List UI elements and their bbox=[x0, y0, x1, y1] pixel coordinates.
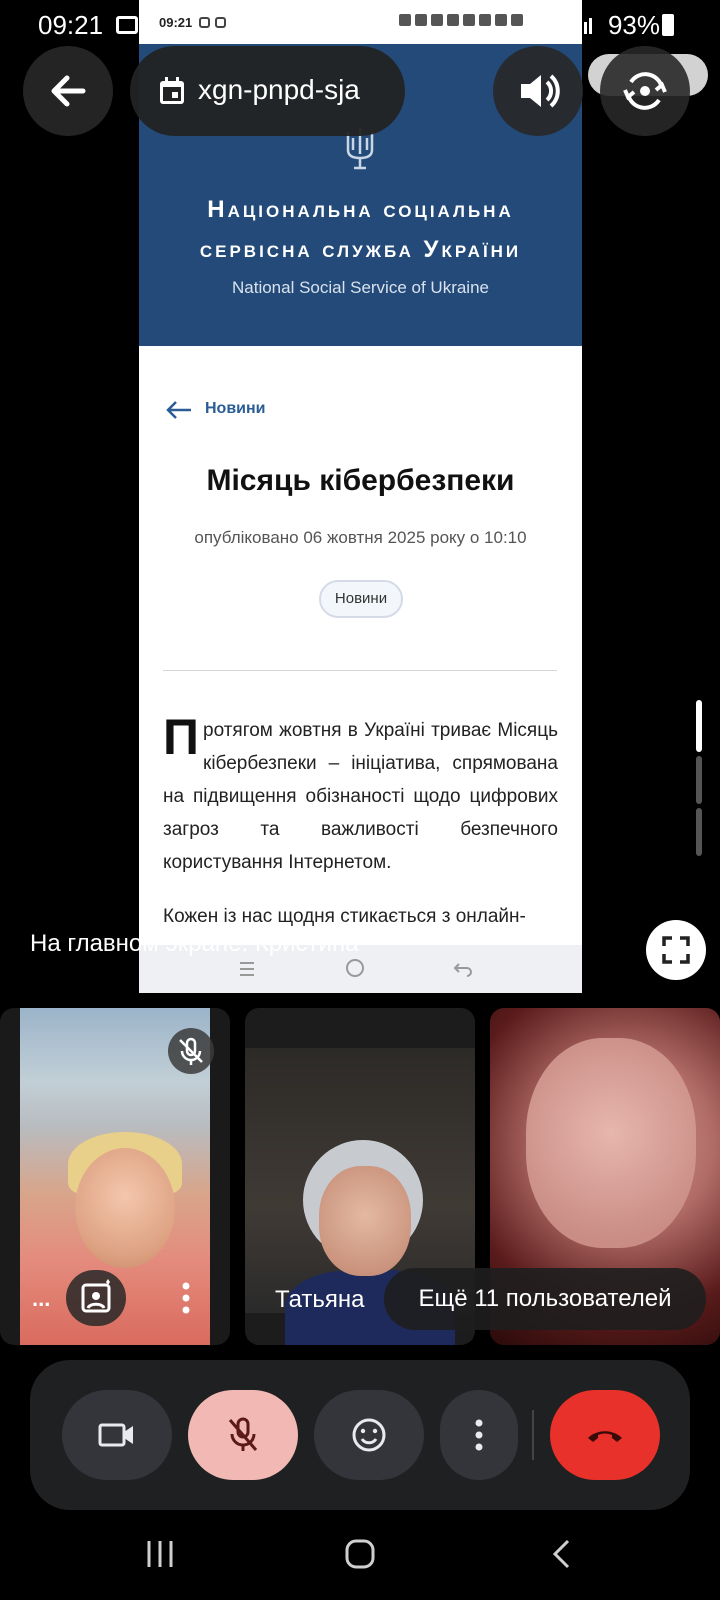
shared-status-icons bbox=[395, 14, 570, 28]
switch-camera-button[interactable] bbox=[600, 46, 690, 136]
call-control-bar bbox=[30, 1360, 690, 1510]
back-icon bbox=[453, 963, 472, 977]
battery-level: 93% bbox=[607, 10, 660, 40]
battery-icon bbox=[662, 14, 674, 36]
speaker-icon bbox=[521, 74, 560, 108]
back-link-label: Новини bbox=[205, 400, 266, 417]
mic-off-icon bbox=[228, 1417, 258, 1451]
participant-face bbox=[319, 1166, 411, 1276]
org-name-english: National Social Service of Ukraine bbox=[231, 278, 489, 297]
tile-scroll-indicator bbox=[696, 808, 702, 856]
article-paragraph-1: ротягом жовтня в Україні триває Місяць к… bbox=[163, 714, 558, 879]
shared-notification-icons bbox=[199, 16, 231, 31]
status-time: 09:21 bbox=[38, 10, 104, 40]
hang-up-icon bbox=[588, 1431, 622, 1442]
article-title: Місяць кібербезпеки bbox=[206, 464, 515, 497]
screen-root: { "status_bar": { "time": "09:21", "batt… bbox=[0, 0, 720, 1600]
org-name-line2: сервісна служба України bbox=[199, 236, 522, 263]
shared-screen: 09:21 Національна соціальна сервісна слу… bbox=[139, 0, 582, 993]
meeting-code: xgn-pnpd-sja bbox=[198, 74, 360, 105]
shared-status-bar: 09:21 bbox=[139, 0, 582, 44]
fullscreen-button[interactable] bbox=[646, 920, 706, 980]
more-participants-chip[interactable]: Ещё 11 пользователей bbox=[384, 1268, 706, 1330]
control-separator bbox=[532, 1410, 534, 1460]
participant-tile-self[interactable]: ... bbox=[0, 1008, 230, 1345]
org-name-line1: Національна соціальна bbox=[207, 196, 514, 223]
more-vert-icon[interactable] bbox=[176, 1280, 196, 1316]
audio-output-button[interactable] bbox=[493, 46, 583, 136]
camera-switch-icon bbox=[623, 72, 667, 110]
emoji-icon bbox=[352, 1418, 386, 1452]
mic-off-icon bbox=[168, 1028, 214, 1074]
calendar-icon bbox=[160, 77, 184, 104]
paragraph-1-text: ротягом жовтня в Україні триває Місяць к… bbox=[163, 720, 558, 873]
recents-icon[interactable] bbox=[145, 1538, 175, 1570]
back-button[interactable] bbox=[23, 46, 113, 136]
divider bbox=[163, 670, 557, 671]
back-icon[interactable] bbox=[550, 1538, 572, 1570]
org-name: Національна соціальна сервісна служба Ук… bbox=[139, 190, 582, 270]
tile-scroll-indicator bbox=[696, 756, 702, 804]
end-call-button[interactable] bbox=[550, 1390, 660, 1480]
more-options-button[interactable] bbox=[440, 1390, 518, 1480]
meeting-info-button[interactable]: xgn-pnpd-sja bbox=[130, 46, 405, 136]
participant-name: Татьяна bbox=[275, 1286, 365, 1313]
camera-toggle-button[interactable] bbox=[62, 1390, 172, 1480]
recents-icon bbox=[240, 962, 254, 976]
self-name-label: ... bbox=[32, 1286, 51, 1311]
participant-face bbox=[526, 1038, 696, 1248]
visual-effects-button[interactable] bbox=[66, 1270, 126, 1326]
video-camera-icon bbox=[98, 1423, 133, 1447]
category-tag[interactable]: Новини bbox=[319, 580, 403, 618]
arrow-left-icon bbox=[51, 75, 86, 107]
effects-icon bbox=[81, 1279, 111, 1313]
participant-face bbox=[75, 1148, 175, 1268]
tile-scroll-indicator bbox=[696, 700, 702, 752]
screen-record-icon bbox=[116, 16, 138, 34]
system-nav-bar bbox=[0, 1510, 720, 1600]
home-icon[interactable] bbox=[344, 1538, 376, 1570]
more-vert-icon bbox=[475, 1419, 483, 1451]
article-paragraph-2: Кожен із нас щодня стикається з онлайн- bbox=[163, 906, 526, 927]
main-screen-label: На главном экране: Кристина bbox=[30, 930, 359, 957]
shared-status-time: 09:21 bbox=[159, 15, 193, 30]
fullscreen-icon bbox=[662, 936, 690, 964]
microphone-toggle-button[interactable] bbox=[188, 1390, 298, 1480]
arrow-left-icon bbox=[166, 401, 191, 419]
home-icon bbox=[346, 959, 364, 977]
reactions-button[interactable] bbox=[314, 1390, 424, 1480]
article-date: опубліковано 06 жовтня 2025 року о 10:10 bbox=[194, 528, 527, 547]
